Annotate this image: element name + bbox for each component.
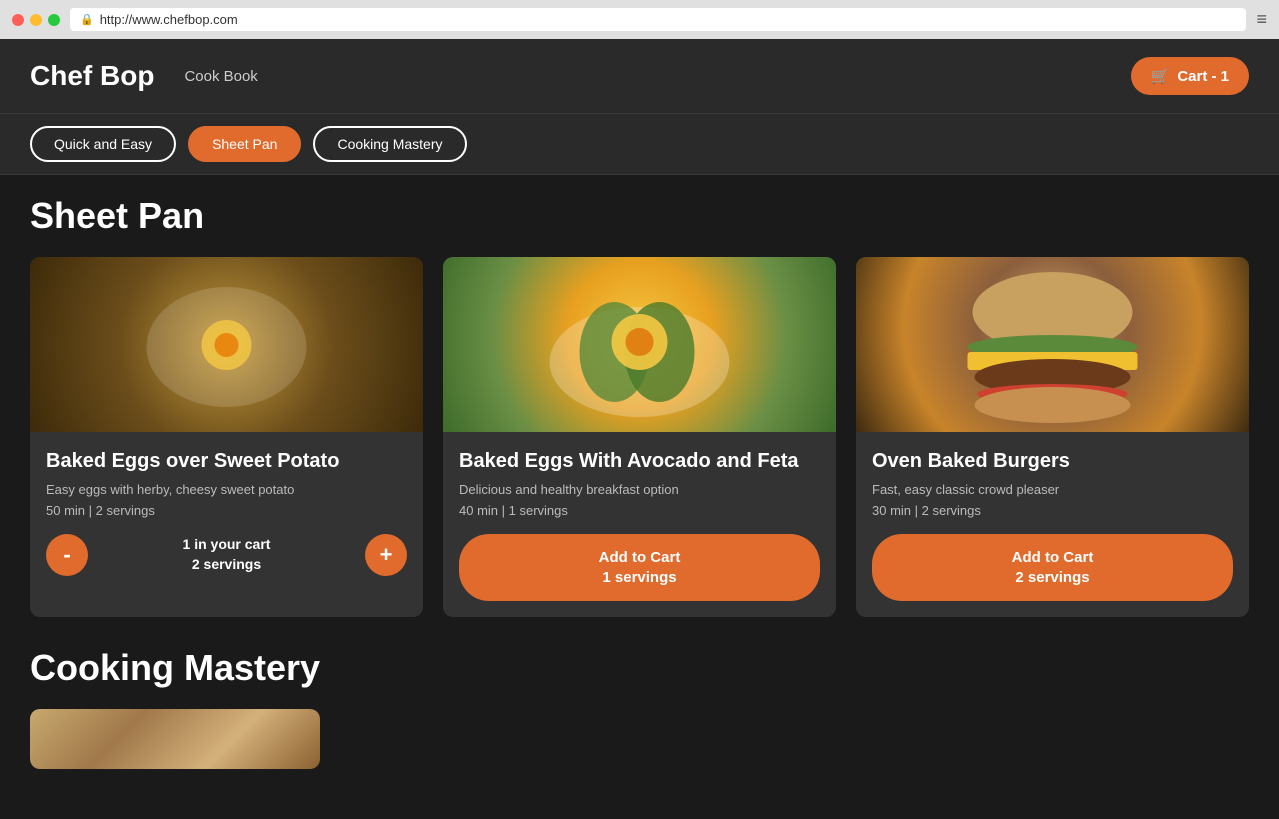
recipe-card-2-desc: Delicious and healthy breakfast option <box>459 482 820 497</box>
recipe-card-1-meta: 50 min | 2 servings <box>46 503 407 518</box>
add-to-cart-label-2: Add to Cart <box>479 548 800 568</box>
add-to-cart-button-3[interactable]: Add to Cart 2 servings <box>872 534 1233 601</box>
recipe-card-3-body: Oven Baked Burgers Fast, easy classic cr… <box>856 432 1249 617</box>
browser-dot-red[interactable] <box>12 14 24 26</box>
recipe-card-3-meta: 30 min | 2 servings <box>872 503 1233 518</box>
category-cooking-mastery[interactable]: Cooking Mastery <box>313 126 466 162</box>
cooking-mastery-section: Cooking Mastery <box>30 647 1249 769</box>
sheet-pan-section: Sheet Pan Baked Eggs over Sweet Potato E… <box>30 195 1249 617</box>
recipe-card-3: Oven Baked Burgers Fast, easy classic cr… <box>856 257 1249 617</box>
category-nav: Quick and Easy Sheet Pan Cooking Mastery <box>0 114 1279 175</box>
recipe-card-1-title: Baked Eggs over Sweet Potato <box>46 448 407 474</box>
browser-dot-yellow[interactable] <box>30 14 42 26</box>
browser-dots <box>12 14 60 26</box>
recipe-card-2-meta: 40 min | 1 servings <box>459 503 820 518</box>
recipe-card-1-actions: - 1 in your cart 2 servings + <box>46 534 407 576</box>
browser-chrome: 🔒 http://www.chefbop.com ≡ <box>0 0 1279 39</box>
decrement-button-1[interactable]: - <box>46 534 88 576</box>
browser-menu-icon[interactable]: ≡ <box>1256 9 1267 30</box>
recipe-1-svg <box>30 257 423 432</box>
browser-url-bar[interactable]: 🔒 http://www.chefbop.com <box>70 8 1246 31</box>
recipe-card-2-body: Baked Eggs With Avocado and Feta Delicio… <box>443 432 836 617</box>
cart-button[interactable]: 🛒 Cart - 1 <box>1131 57 1249 95</box>
app-header: Chef Bop Cook Book 🛒 Cart - 1 <box>0 39 1279 114</box>
recipe-card-3-actions: Add to Cart 2 servings <box>872 534 1233 601</box>
increment-button-1[interactable]: + <box>365 534 407 576</box>
recipe-3-svg <box>856 257 1249 432</box>
category-quick-easy[interactable]: Quick and Easy <box>30 126 176 162</box>
qty-info-1: 1 in your cart 2 servings <box>100 535 353 574</box>
main-content: Sheet Pan Baked Eggs over Sweet Potato E… <box>0 175 1279 819</box>
browser-dot-green[interactable] <box>48 14 60 26</box>
add-to-cart-label-3: Add to Cart <box>892 548 1213 568</box>
recipe-card-2-actions: Add to Cart 1 servings <box>459 534 820 601</box>
sheet-pan-title: Sheet Pan <box>30 195 1249 237</box>
browser-url-icon: 🔒 <box>80 13 94 26</box>
add-to-cart-button-2[interactable]: Add to Cart 1 servings <box>459 534 820 601</box>
category-sheet-pan[interactable]: Sheet Pan <box>188 126 301 162</box>
cart-icon: 🛒 <box>1151 67 1170 85</box>
recipe-card-2-image <box>443 257 836 432</box>
recipe-2-svg <box>443 257 836 432</box>
app-logo: Chef Bop <box>30 60 154 92</box>
add-to-cart-servings-3: 2 servings <box>892 568 1213 588</box>
cooking-mastery-card-1 <box>30 709 320 769</box>
cart-servings-1: 2 servings <box>100 555 353 575</box>
cooking-mastery-img <box>30 709 320 769</box>
recipe-card-2-title: Baked Eggs With Avocado and Feta <box>459 448 820 474</box>
recipe-card-3-desc: Fast, easy classic crowd pleaser <box>872 482 1233 497</box>
recipe-card-3-image <box>856 257 1249 432</box>
recipe-card-1: Baked Eggs over Sweet Potato Easy eggs w… <box>30 257 423 617</box>
add-to-cart-servings-2: 1 servings <box>479 568 800 588</box>
recipe-card-1-image <box>30 257 423 432</box>
nav-cookbook[interactable]: Cook Book <box>184 68 257 85</box>
header-nav: Cook Book <box>184 68 1130 85</box>
cart-label: Cart - 1 <box>1177 68 1229 85</box>
browser-url-text: http://www.chefbop.com <box>100 12 238 27</box>
recipe-card-1-body: Baked Eggs over Sweet Potato Easy eggs w… <box>30 432 423 592</box>
recipe-card-1-desc: Easy eggs with herby, cheesy sweet potat… <box>46 482 407 497</box>
cooking-mastery-cards <box>30 709 1249 769</box>
sheet-pan-cards: Baked Eggs over Sweet Potato Easy eggs w… <box>30 257 1249 617</box>
recipe-card-2: Baked Eggs With Avocado and Feta Delicio… <box>443 257 836 617</box>
cart-count-1: 1 in your cart <box>100 535 353 555</box>
cooking-mastery-title: Cooking Mastery <box>30 647 1249 689</box>
recipe-card-3-title: Oven Baked Burgers <box>872 448 1233 474</box>
